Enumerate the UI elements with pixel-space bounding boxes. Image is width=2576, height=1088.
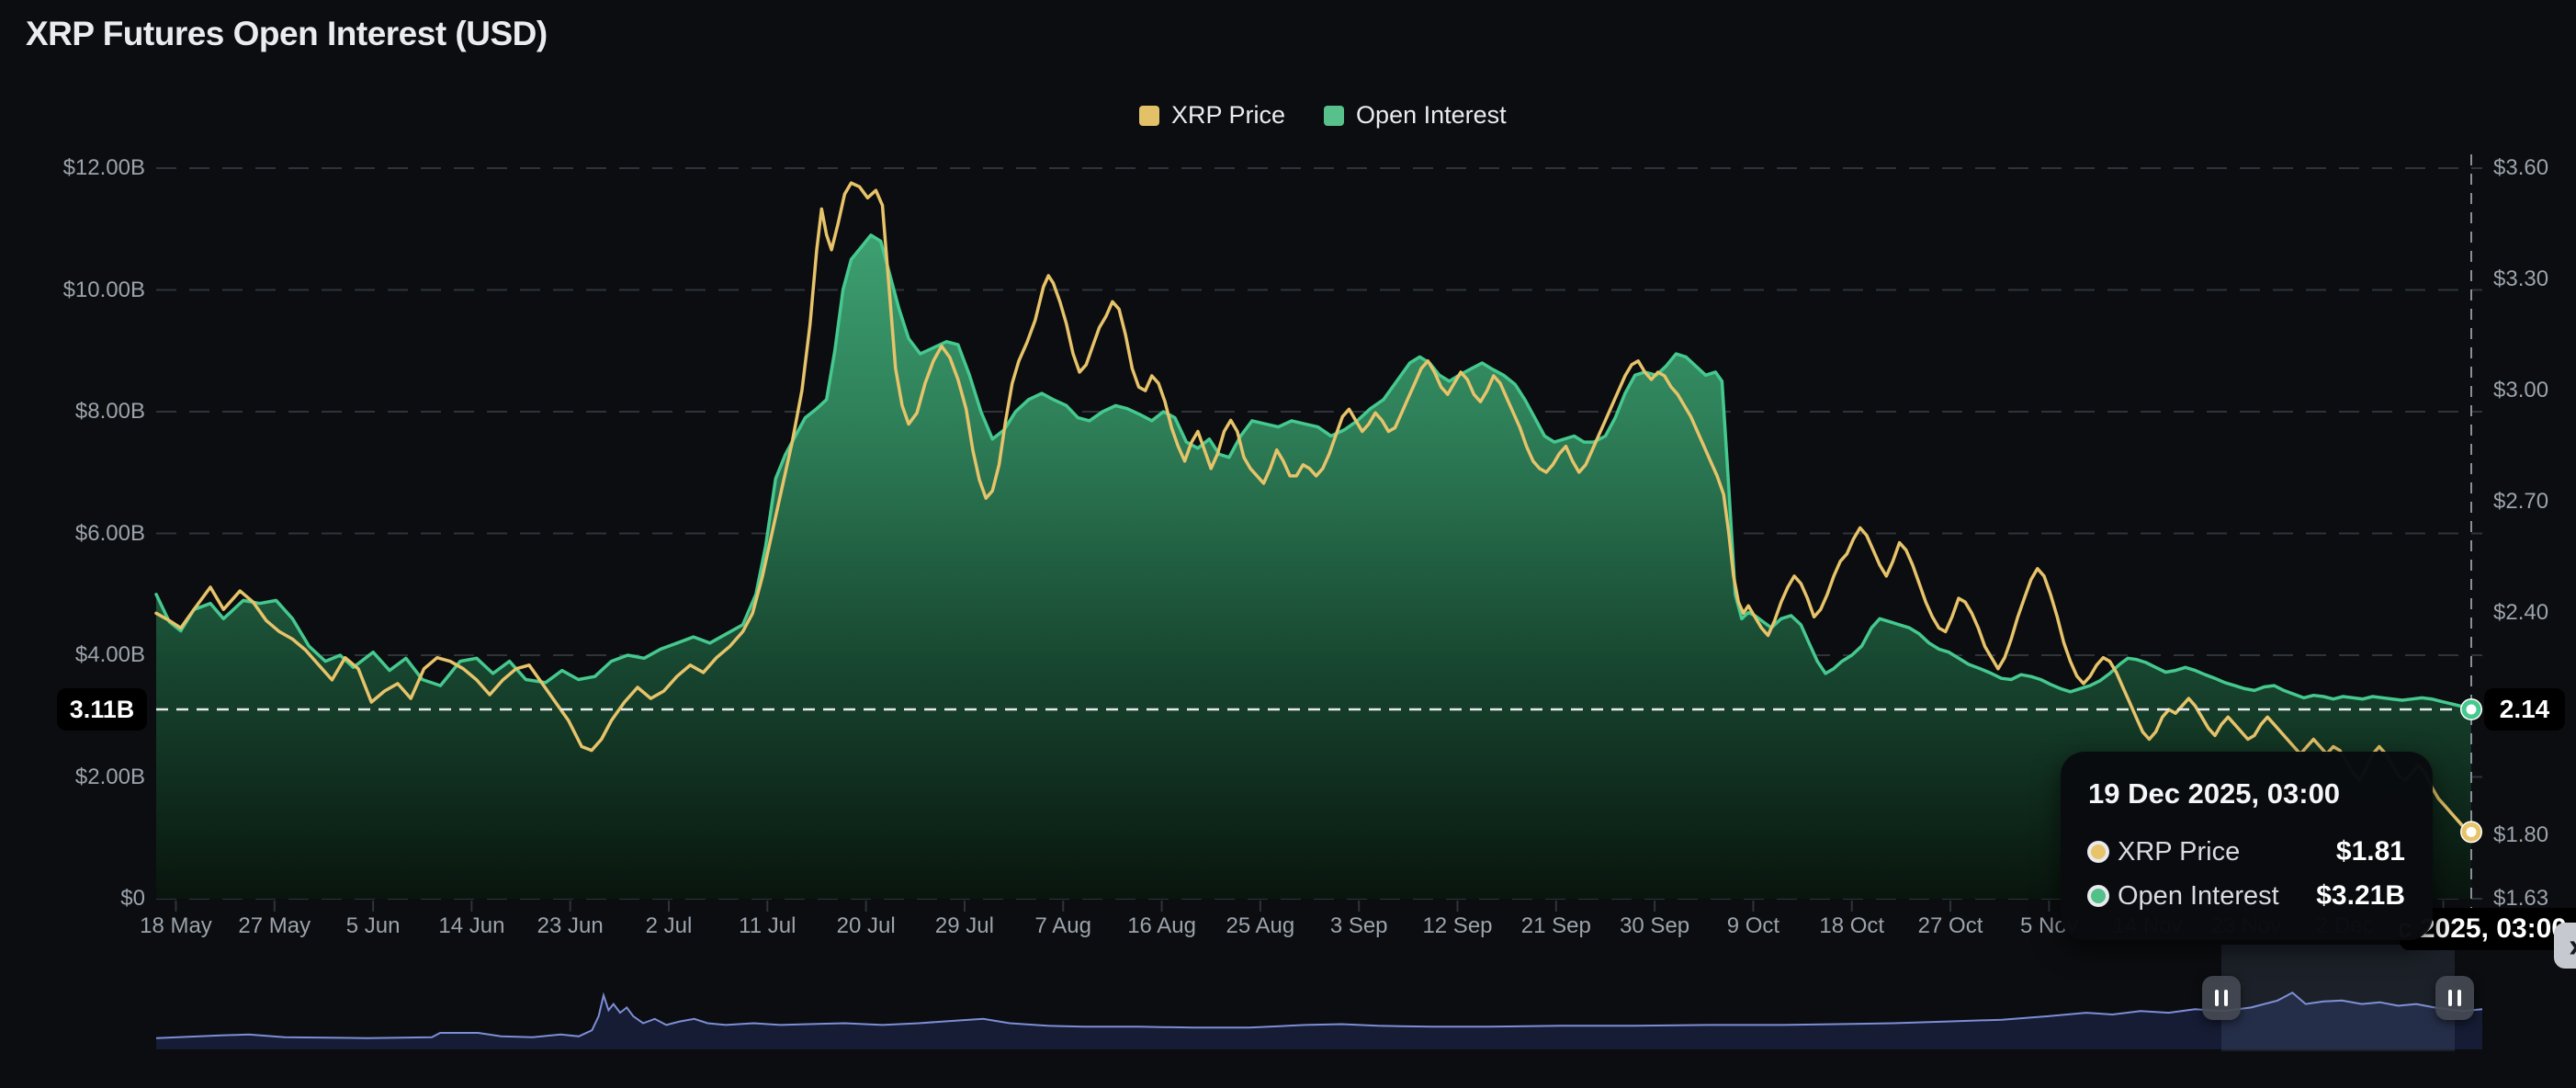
x-axis-label: 12 Sep xyxy=(1422,913,1493,938)
handle-grip-icon xyxy=(2447,990,2452,1006)
handle-grip-icon xyxy=(2457,990,2461,1006)
right-axis-label: $1.80 xyxy=(2493,822,2549,848)
open-interest-marker xyxy=(2461,699,2481,720)
navigator-right-handle[interactable] xyxy=(2435,976,2474,1020)
right-axis-label: $3.30 xyxy=(2493,266,2549,292)
x-axis-label: 7 Aug xyxy=(1034,913,1091,938)
x-axis-label: 27 Oct xyxy=(1917,913,1983,938)
x-axis-label: 23 Jun xyxy=(537,913,604,938)
navigator-area xyxy=(156,992,2482,1049)
right-axis-label: $3.00 xyxy=(2493,378,2549,403)
tooltip-date: 19 Dec 2025, 03:00 xyxy=(2088,777,2341,810)
x-axis-label: 18 May xyxy=(140,913,212,938)
x-axis-label: 20 Jul xyxy=(836,913,896,938)
open-interest-crosshair-badge: 3.11B xyxy=(57,687,147,731)
x-axis-label: 25 Aug xyxy=(1226,913,1295,938)
tooltip-value: $1.81 xyxy=(2335,836,2405,867)
chevron-right-icon: › xyxy=(2569,926,2576,965)
xrp-futures-chart: XRP Futures Open Interest (USD) XRP Pric… xyxy=(0,0,2576,1088)
tooltip-label: XRP Price xyxy=(2118,836,2241,867)
x-axis-label: 2 Jul xyxy=(645,913,693,938)
tooltip: 19 Dec 2025, 03:00 XRP Price $1.81 Open … xyxy=(2061,752,2433,940)
tooltip-row-open-interest: Open Interest $3.21B xyxy=(2088,880,2405,912)
left-axis-label: $0 xyxy=(120,886,145,911)
x-axis-label: 29 Jul xyxy=(934,913,994,938)
x-axis-label: 21 Sep xyxy=(1520,913,1591,938)
navigator-selected-range[interactable] xyxy=(2221,945,2455,1051)
handle-grip-icon xyxy=(2224,990,2229,1006)
right-axis-label: $2.40 xyxy=(2493,600,2549,626)
tooltip-value: $3.21B xyxy=(2316,880,2405,911)
navigator-left-handle[interactable] xyxy=(2202,976,2242,1020)
left-axis-label: $12.00B xyxy=(62,155,145,180)
x-axis-label: 9 Oct xyxy=(1726,913,1780,938)
xrp-price-dot-icon xyxy=(2091,844,2106,859)
x-axis-label: 11 Jul xyxy=(739,913,797,938)
x-axis-label: 16 Aug xyxy=(1127,913,1196,938)
xrp-price-marker xyxy=(2461,822,2481,842)
handle-grip-icon xyxy=(2215,990,2220,1006)
x-axis-label: 27 May xyxy=(238,913,311,938)
x-axis-label: 18 Oct xyxy=(1819,913,1885,938)
x-axis-label: 5 Jun xyxy=(345,913,401,938)
left-axis-label: $4.00B xyxy=(74,642,145,667)
right-axis-label: $2.70 xyxy=(2493,489,2549,515)
x-axis-label: 3 Sep xyxy=(1329,913,1388,938)
x-axis-label: 14 Jun xyxy=(438,913,505,938)
right-axis-label: $3.60 xyxy=(2493,155,2549,180)
scroll-right-button[interactable]: › xyxy=(2554,923,2576,969)
left-axis-label: $6.00B xyxy=(74,520,145,546)
price-axis-crosshair-badge: 2.14 xyxy=(2484,687,2565,731)
x-axis-label: 30 Sep xyxy=(1620,913,1690,938)
left-axis-label: $2.00B xyxy=(74,764,145,789)
left-axis-label: $10.00B xyxy=(62,277,145,302)
left-axis-label: $8.00B xyxy=(74,399,145,424)
tooltip-label: Open Interest xyxy=(2118,880,2279,911)
open-interest-dot-icon xyxy=(2091,889,2106,903)
tooltip-row-xrp-price: XRP Price $1.81 xyxy=(2088,836,2405,867)
